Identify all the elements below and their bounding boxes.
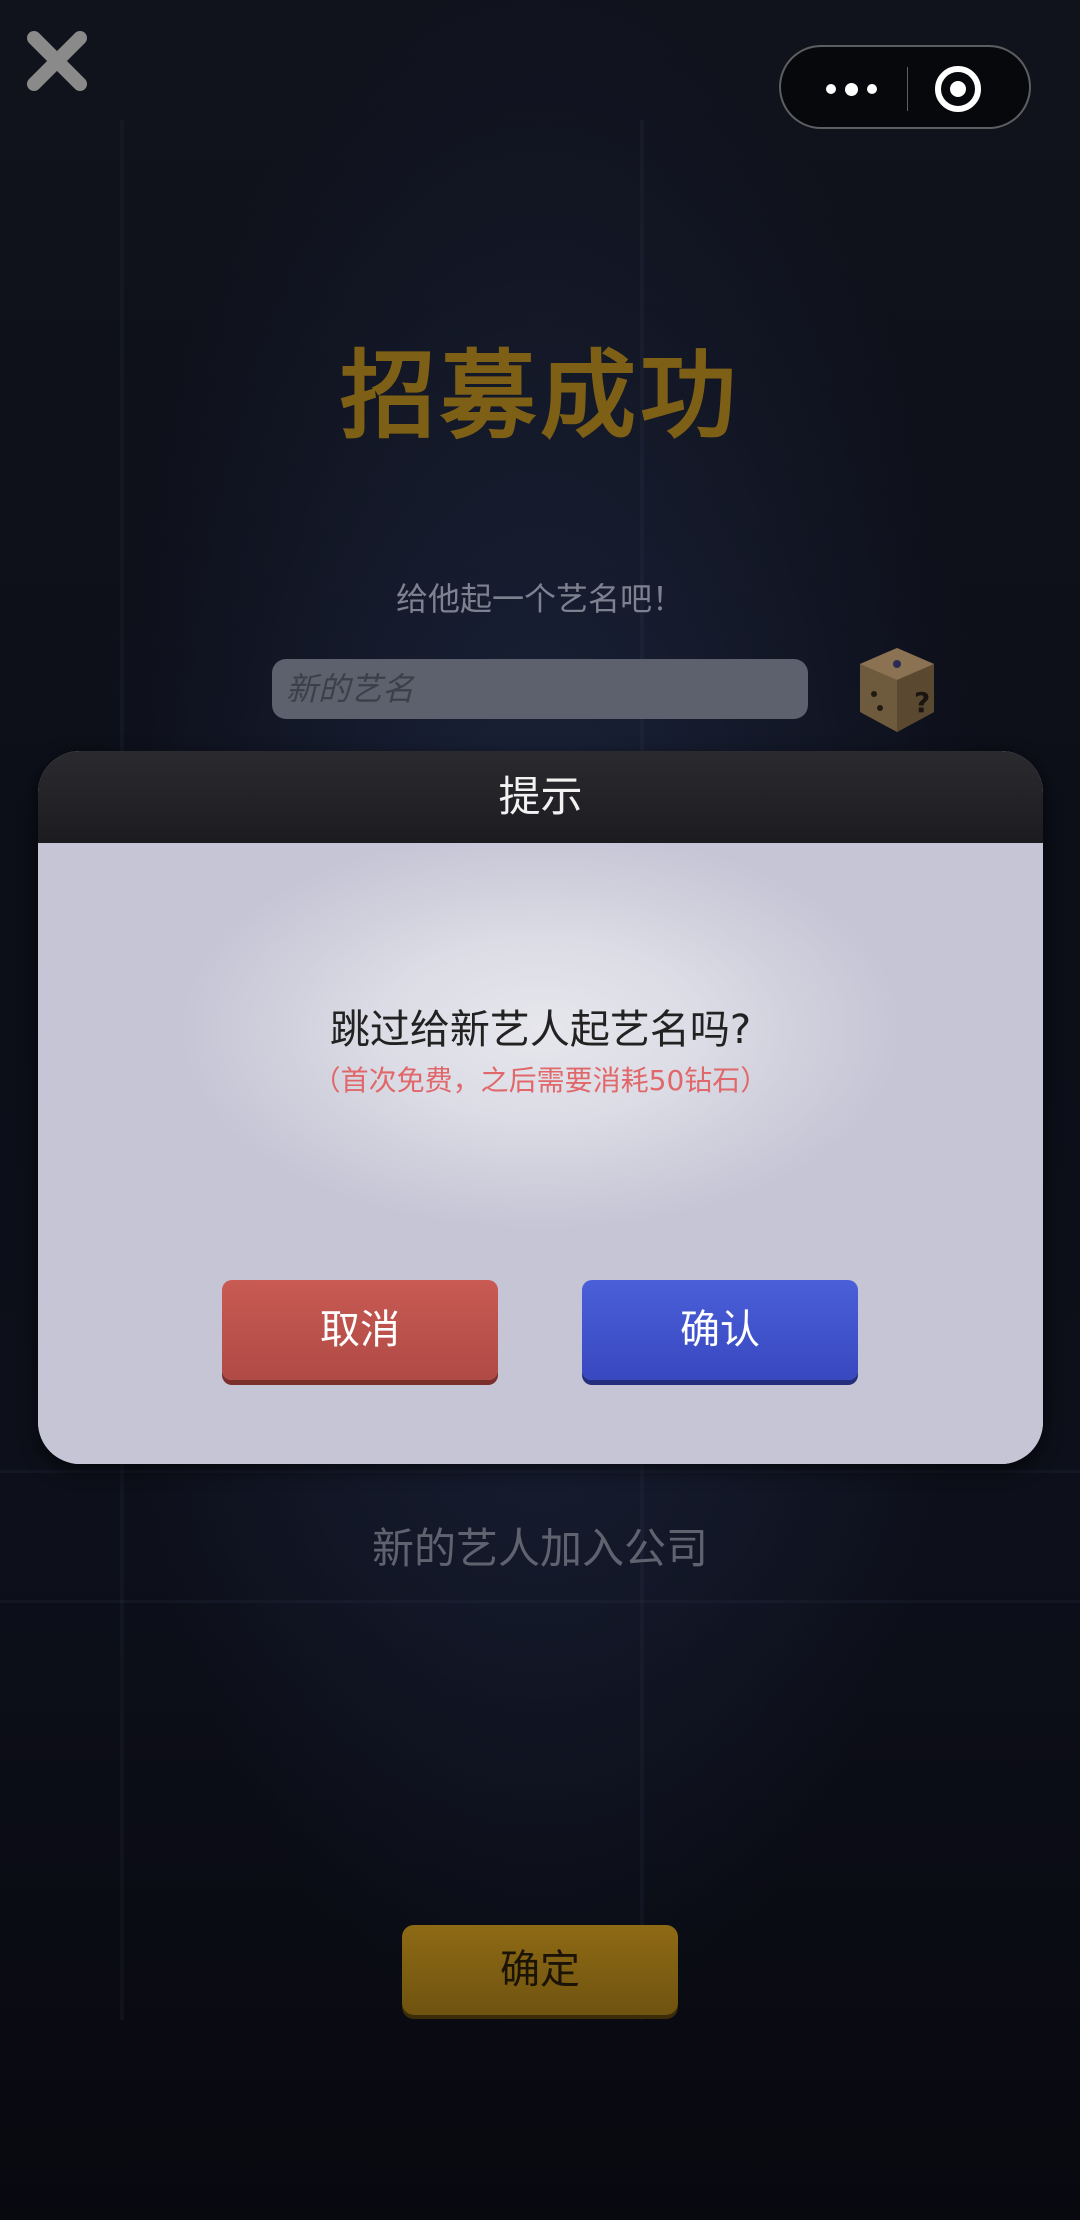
subtitle: 给他起一个艺名吧！ <box>395 580 684 618</box>
screen: 招募成功 给他起一个艺名吧！ ? 新的艺人加入公司 确定 提示 跳过给新艺人起艺… <box>0 0 1080 2220</box>
dialog-title: 提示 <box>38 751 1043 843</box>
bg-scenery-line <box>0 1470 1080 1473</box>
dice-question-icon[interactable]: ? <box>852 642 942 738</box>
more-dots-icon[interactable] <box>811 47 891 131</box>
svg-text:?: ? <box>914 686 930 719</box>
close-x-icon[interactable] <box>22 26 92 96</box>
dialog-question: 跳过给新艺人起艺名吗? <box>329 1007 752 1053</box>
page-title: 招募成功 <box>340 340 740 452</box>
miniprogram-capsule <box>779 45 1031 129</box>
confirm-button[interactable]: 确定 <box>402 1925 678 2015</box>
capsule-divider <box>907 67 908 111</box>
bg-scenery-line <box>0 1600 1080 1603</box>
cancel-button[interactable]: 取消 <box>222 1280 498 1380</box>
stage-name-input[interactable] <box>272 659 808 719</box>
target-icon[interactable] <box>931 62 985 116</box>
join-text: 新的艺人加入公司 <box>371 1524 708 1573</box>
dialog-body: 跳过给新艺人起艺名吗? （首次免费，之后需要消耗50钻石） <box>38 843 1043 1464</box>
skip-name-dialog: 提示 跳过给新艺人起艺名吗? （首次免费，之后需要消耗50钻石） <box>38 751 1043 1464</box>
ok-button[interactable]: 确认 <box>582 1280 858 1380</box>
dialog-cost-note: （首次免费，之后需要消耗50钻石） <box>312 1064 769 1097</box>
